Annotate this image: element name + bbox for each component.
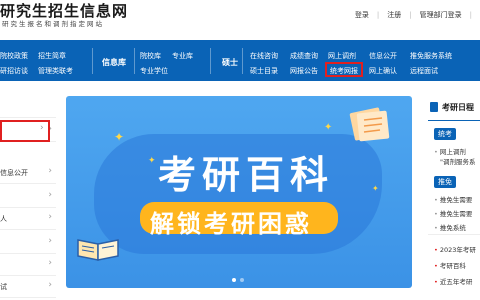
nav-divider xyxy=(92,48,93,74)
tab-unified-exam[interactable]: 统考 xyxy=(434,128,456,140)
news-item-label: 2023年考研 xyxy=(439,246,476,254)
chevron-right-icon: › xyxy=(40,123,44,133)
chevron-right-icon: › xyxy=(48,258,52,268)
nav-item-online-consult[interactable]: 在线咨询 xyxy=(250,51,278,61)
nav-divider xyxy=(210,48,211,74)
calendar-icon xyxy=(430,102,438,112)
link-divider: | xyxy=(409,11,412,19)
sidebar-item[interactable] xyxy=(0,96,56,118)
sidebar-item-label: 信息公开 xyxy=(0,169,28,177)
panel-divider xyxy=(428,234,480,235)
carousel-dot[interactable] xyxy=(240,278,244,282)
nav-item-remote-interview[interactable]: 远程面试 xyxy=(410,66,438,76)
nav-item-professional-degree[interactable]: 专业学位 xyxy=(140,66,168,76)
news-item[interactable]: • 考研百科 xyxy=(434,260,466,270)
chevron-right-icon: › xyxy=(48,236,52,246)
chevron-right-icon: › xyxy=(48,190,52,200)
chevron-right-icon: › xyxy=(48,166,52,176)
sparkle-icon: ✦ xyxy=(114,130,125,144)
schedule-item-label: 网上调剂 xyxy=(439,148,466,156)
sidebar-item[interactable]: › xyxy=(0,186,56,208)
top-links: 登录 | 注册 | 管理部门登录 | xyxy=(355,10,472,20)
main-nav: 院校政策 招生简章 研招访谈 管理类联考 信息库 院校库 专业库 专业学位 硕士… xyxy=(0,40,480,81)
nav-item-master-catalog[interactable]: 硕士目录 xyxy=(250,66,278,76)
news-item[interactable]: • 近五年考研 xyxy=(434,276,472,286)
nav-item-registration-notice[interactable]: 网报公告 xyxy=(290,66,318,76)
nav-item-policy[interactable]: 院校政策 xyxy=(0,51,28,61)
news-item-label: 考研百科 xyxy=(439,262,466,270)
schedule-item[interactable]: "调剂服务系 xyxy=(440,156,476,166)
site-header: 研究生招生信息网 研究生报名和调剂指定网站 登录 | 注册 | 管理部门登录 | xyxy=(0,0,480,40)
news-item[interactable]: • 2023年考研 xyxy=(434,244,476,254)
nav-item-majors[interactable]: 专业库 xyxy=(172,51,193,61)
tab-recommend[interactable]: 推免 xyxy=(434,176,456,188)
schedule-item-label: 推免生需要 xyxy=(439,210,473,218)
schedule-item-label: 推免生需要 xyxy=(439,196,473,204)
nav-item-interviews[interactable]: 研招访谈 xyxy=(0,66,28,76)
sidebar-item[interactable]: › xyxy=(0,232,56,254)
sidebar-item-info-disclosure[interactable]: 信息公开 › xyxy=(0,162,56,184)
link-divider: | xyxy=(376,11,380,19)
schedule-item-label: 推免系统 xyxy=(439,224,466,232)
nav-item-brochure[interactable]: 招生简章 xyxy=(38,51,66,61)
carousel-indicators xyxy=(232,278,244,282)
schedule-item[interactable]: • 网上调剂 xyxy=(434,146,466,156)
nav-item-recommend-system[interactable]: 推免服务系统 xyxy=(410,51,452,61)
nav-item-schools[interactable]: 院校库 xyxy=(140,51,161,61)
sidebar-item[interactable]: 人 › xyxy=(0,208,56,230)
banner-subtitle: 解锁考研困惑 xyxy=(150,210,312,238)
sidebar-item[interactable]: 试 › xyxy=(0,276,56,298)
chevron-right-icon: › xyxy=(48,280,52,290)
nav-item-management-exam[interactable]: 管理类联考 xyxy=(38,66,73,76)
sparkle-icon: ✦ xyxy=(148,156,156,166)
sparkle-icon: ✦ xyxy=(372,184,379,193)
nav-label-database: 信息库 xyxy=(102,58,126,67)
panel-divider xyxy=(428,120,480,121)
schedule-item[interactable]: • 推免生需要 xyxy=(434,194,472,204)
banner-title: 考研百科 xyxy=(158,153,335,197)
hero-banner[interactable]: ✦ ✦ ✦ ✦ 考研百科 解锁考研困惑 xyxy=(66,96,412,288)
schedule-item[interactable]: • 推免系统 xyxy=(434,222,466,232)
nav-divider xyxy=(242,48,243,74)
schedule-panel: 考研日程 统考 • 网上调剂 "调剂服务系 推免 • 推免生需要 • 推免生需要 • 推… xyxy=(428,96,480,300)
chevron-right-icon: › xyxy=(48,212,52,222)
nav-divider xyxy=(134,48,135,74)
sparkle-icon: ✦ xyxy=(324,122,333,133)
nav-label-master: 硕士 xyxy=(222,58,238,67)
register-link[interactable]: 注册 xyxy=(387,10,401,20)
notes-icon xyxy=(349,107,390,142)
nav-item-score-query[interactable]: 成绩查询 xyxy=(290,51,318,61)
login-link[interactable]: 登录 xyxy=(355,10,369,20)
news-item-label: 近五年考研 xyxy=(439,278,473,286)
schedule-item-label: "调剂服务系 xyxy=(440,158,476,166)
schedule-item[interactable]: • 推免生需要 xyxy=(434,208,472,218)
site-subtitle: 研究生报名和调剂指定网站 xyxy=(2,20,104,28)
nav-item-info-disclosure[interactable]: 信息公开 xyxy=(369,51,397,61)
open-book-icon xyxy=(77,239,119,261)
carousel-dot[interactable] xyxy=(232,278,236,282)
admin-login-link[interactable]: 管理部门登录 xyxy=(420,10,462,20)
nav-item-online-confirm[interactable]: 网上确认 xyxy=(369,66,397,76)
highlight-box-unified-registration xyxy=(325,62,363,77)
nav-item-online-adjust[interactable]: 网上调剂 xyxy=(328,51,356,61)
link-divider: | xyxy=(469,11,472,19)
schedule-heading: 考研日程 xyxy=(442,103,474,112)
sidebar-item-label: 试 xyxy=(0,283,7,291)
sidebar-item-label: 人 xyxy=(0,215,7,223)
sidebar-item[interactable]: › xyxy=(0,254,56,276)
